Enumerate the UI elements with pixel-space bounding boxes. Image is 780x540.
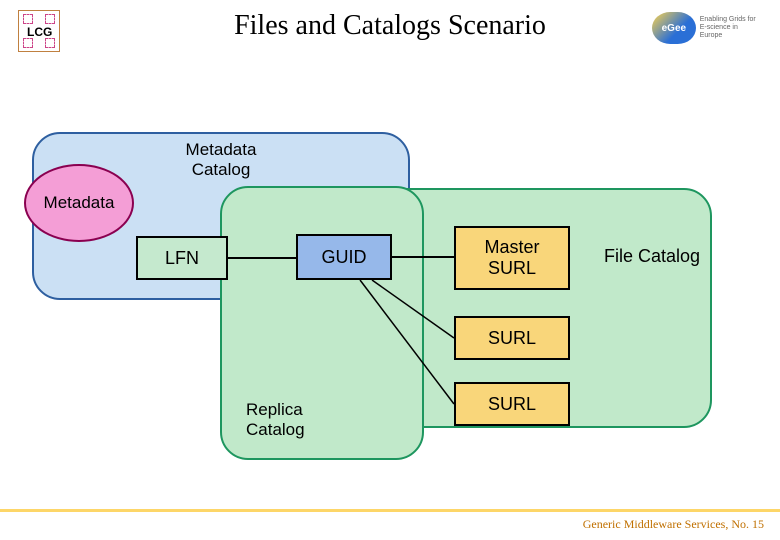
metadata-ellipse: Metadata: [24, 164, 134, 242]
surl-box-3: SURL: [454, 382, 570, 426]
master-surl-box: Master SURL: [454, 226, 570, 290]
diagram-canvas: Metadata Catalog Replica Catalog File Ca…: [0, 60, 780, 490]
header: LCG Files and Catalogs Scenario eGee Ena…: [0, 0, 780, 60]
guid-box: GUID: [296, 234, 392, 280]
footer-text: Generic Middleware Services, No. 15: [583, 517, 764, 532]
footer-rule: [0, 509, 780, 512]
surl-box-2: SURL: [454, 316, 570, 360]
replica-catalog-label: Replica Catalog: [246, 400, 305, 440]
replica-catalog-container: Replica Catalog: [220, 186, 424, 460]
lfn-box: LFN: [136, 236, 228, 280]
egee-logo: eGee Enabling Grids for E-science in Eur…: [652, 6, 762, 50]
egee-mark-icon: eGee: [652, 12, 696, 44]
file-catalog-label: File Catalog: [604, 246, 700, 267]
egee-tagline: Enabling Grids for E-science in Europe: [700, 16, 762, 39]
